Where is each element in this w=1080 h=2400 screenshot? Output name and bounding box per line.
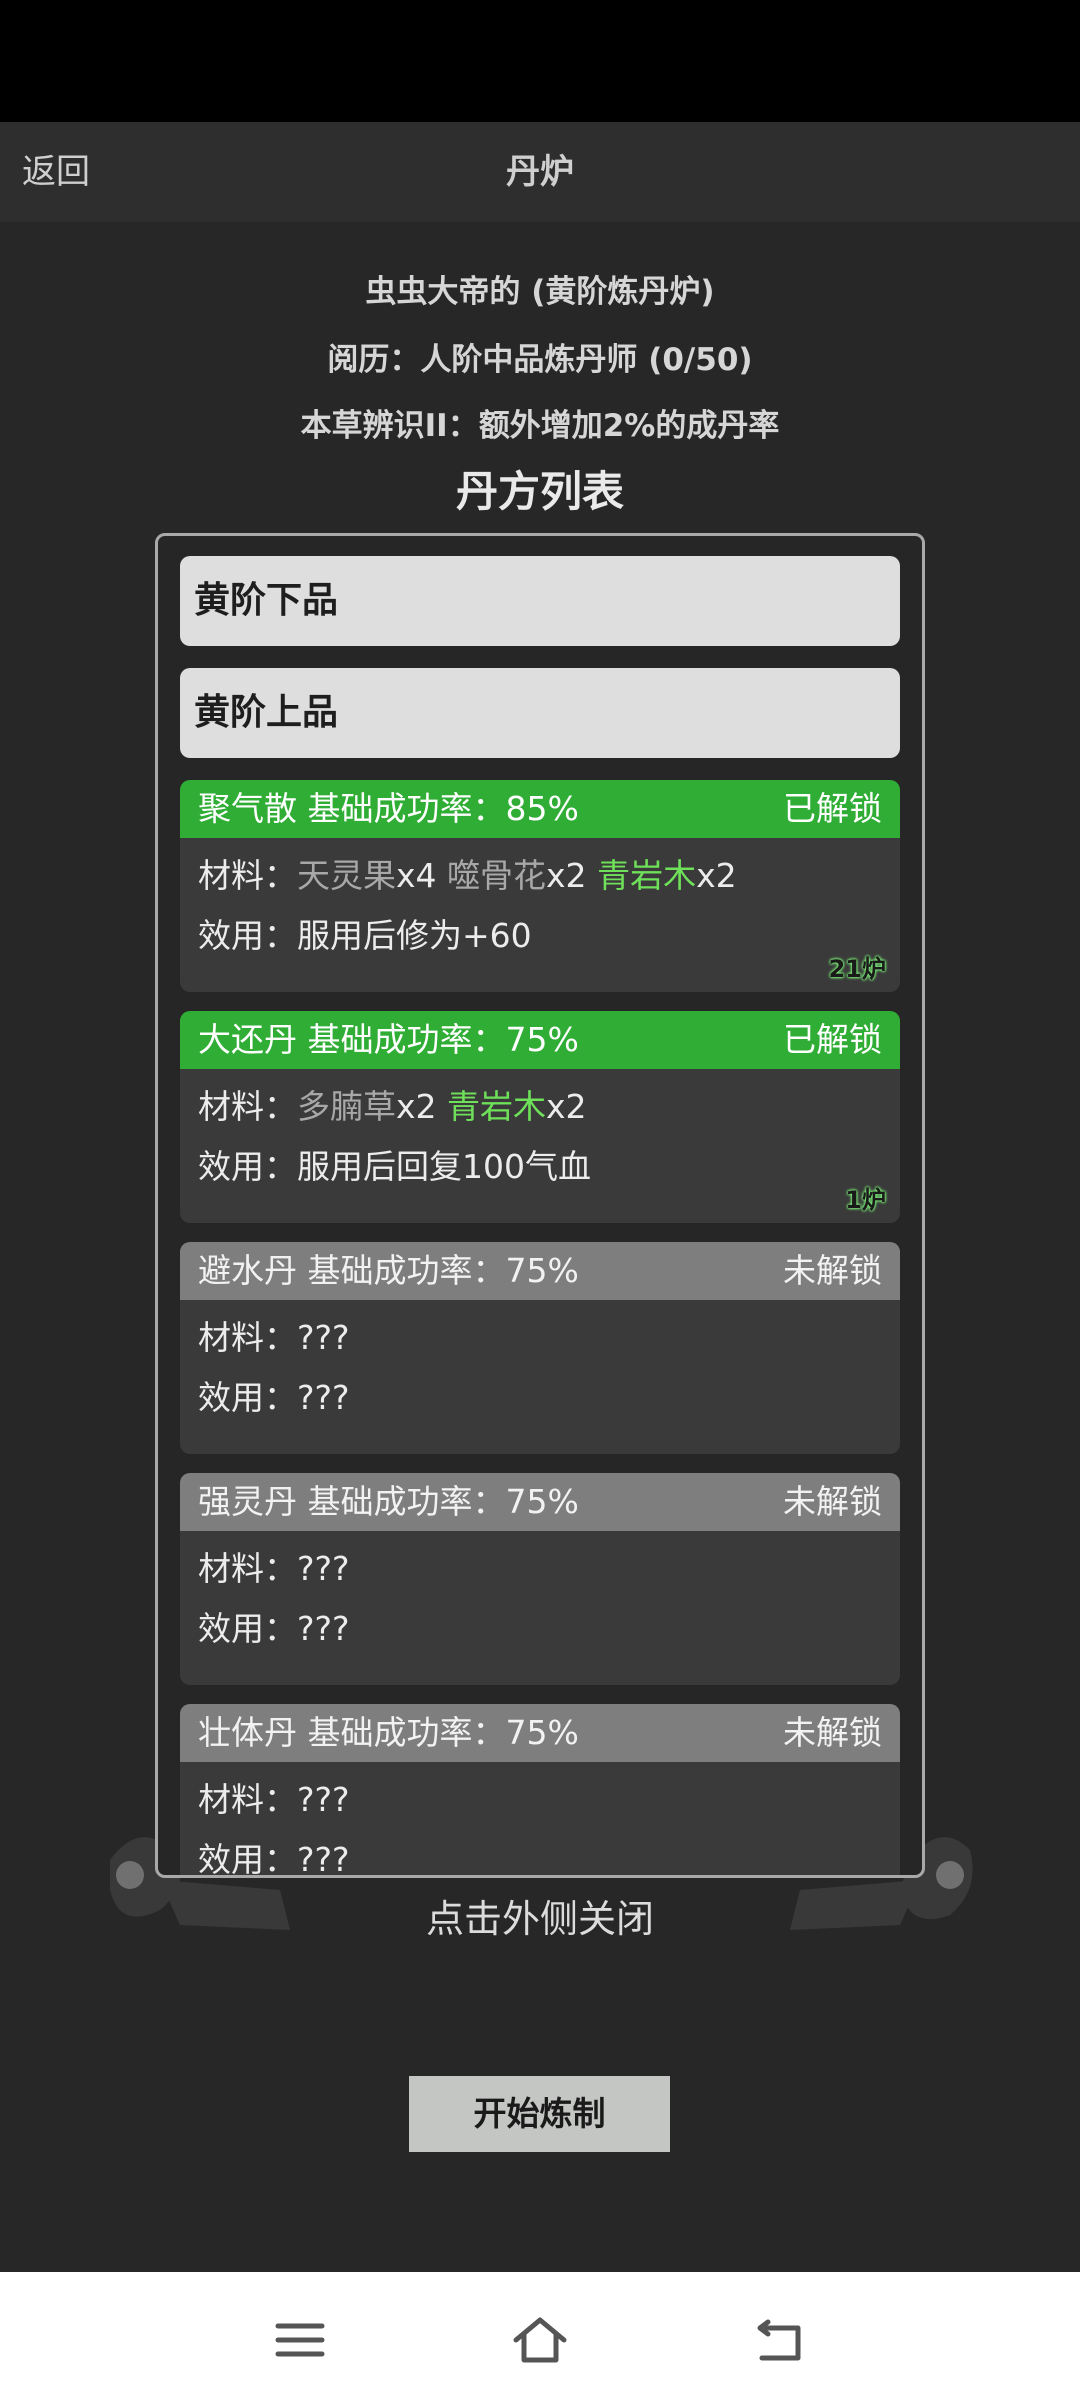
- recipe-effect: 效用：???: [198, 1609, 350, 1648]
- recipe-materials: 材料：天灵果x4 噬骨花x2 青岩木x2: [198, 846, 882, 906]
- recipe-card[interactable]: 强灵丹 基础成功率：75% 未解锁 材料：??? 效用：???: [180, 1473, 900, 1685]
- recipe-effect: 效用：服用后修为+60: [198, 916, 532, 955]
- skill-text: 本草辨识II：额外增加2%的成丹率: [300, 408, 780, 444]
- material-name: 天灵果: [297, 856, 396, 895]
- recipe-status: 未解锁: [783, 1251, 882, 1290]
- recipe-card[interactable]: 大还丹 基础成功率：75% 已解锁 材料：多腩草x2 青岩木x2 效用：服用后回…: [180, 1011, 900, 1223]
- recipe-status: 已解锁: [783, 789, 882, 828]
- recipe-materials: 材料：???: [198, 1780, 350, 1819]
- home-icon[interactable]: [512, 2312, 568, 2368]
- recipe-status: 已解锁: [783, 1020, 882, 1059]
- recipe-status: 未解锁: [783, 1482, 882, 1521]
- page-title: 丹炉: [506, 152, 574, 192]
- recipe-list-title: 丹方列表: [455, 467, 624, 516]
- experience-text: 阅历：人阶中品炼丹师 (0/50): [327, 342, 753, 378]
- start-refining-button[interactable]: 开始炼制: [409, 2076, 670, 2152]
- materials-label: 材料：: [198, 1087, 297, 1126]
- recipe-materials: 材料：???: [198, 1549, 350, 1588]
- grade-yellow-low-button[interactable]: 黄阶下品: [180, 556, 900, 646]
- material-qty: x2: [546, 856, 587, 895]
- recipe-effect: 效用：???: [198, 1378, 350, 1417]
- material-name: 青岩木: [447, 1087, 547, 1126]
- recipe-name-rate: 壮体丹 基础成功率：75%: [198, 1713, 579, 1752]
- recipe-header: 强灵丹 基础成功率：75% 未解锁: [180, 1473, 900, 1531]
- materials-label: 材料：: [198, 856, 297, 895]
- recipe-name-rate: 大还丹 基础成功率：75%: [198, 1020, 579, 1059]
- material-name: 青岩木: [597, 856, 697, 895]
- back-icon[interactable]: [752, 2312, 808, 2368]
- system-nav-bar: [0, 2272, 1080, 2400]
- status-bar: [0, 0, 1080, 122]
- recipe-header: 大还丹 基础成功率：75% 已解锁: [180, 1011, 900, 1069]
- recipe-scroll-area[interactable]: 黄阶下品 黄阶上品 聚气散 基础成功率：85% 已解锁 材料：天灵果x4 噬骨花…: [158, 536, 922, 1875]
- material-qty: x4: [396, 856, 437, 895]
- recipe-name-rate: 强灵丹 基础成功率：75%: [198, 1482, 579, 1521]
- furnace-name: 虫虫大帝的 (黄阶炼丹炉): [365, 274, 715, 310]
- close-hint: 点击外侧关闭: [425, 1897, 654, 1941]
- recipe-effect: 效用：???: [198, 1840, 350, 1875]
- furnace-count-badge: 1炉: [845, 1186, 886, 1214]
- recipe-materials: 材料：???: [198, 1318, 350, 1357]
- recipe-materials: 材料：多腩草x2 青岩木x2: [198, 1077, 882, 1137]
- material-qty: x2: [696, 856, 737, 895]
- recipe-card[interactable]: 聚气散 基础成功率：85% 已解锁 材料：天灵果x4 噬骨花x2 青岩木x2 效…: [180, 780, 900, 992]
- material-name: 多腩草: [297, 1087, 396, 1126]
- recipe-name-rate: 避水丹 基础成功率：75%: [198, 1251, 579, 1290]
- recipe-panel[interactable]: 黄阶下品 黄阶上品 聚气散 基础成功率：85% 已解锁 材料：天灵果x4 噬骨花…: [155, 533, 925, 1878]
- menu-icon[interactable]: [272, 2312, 328, 2368]
- material-qty: x2: [546, 1087, 587, 1126]
- top-bar: 返回 丹炉: [0, 122, 1080, 222]
- recipe-card[interactable]: 避水丹 基础成功率：75% 未解锁 材料：??? 效用：???: [180, 1242, 900, 1454]
- material-qty: x2: [396, 1087, 437, 1126]
- recipe-status: 未解锁: [783, 1713, 882, 1752]
- furnace-count-badge: 21炉: [828, 955, 886, 983]
- recipe-name-rate: 聚气散 基础成功率：85%: [198, 789, 579, 828]
- material-name: 噬骨花: [447, 856, 547, 895]
- recipe-header: 壮体丹 基础成功率：75% 未解锁: [180, 1704, 900, 1762]
- recipe-header: 避水丹 基础成功率：75% 未解锁: [180, 1242, 900, 1300]
- grade-yellow-high-button[interactable]: 黄阶上品: [180, 668, 900, 758]
- recipe-header: 聚气散 基础成功率：85% 已解锁: [180, 780, 900, 838]
- recipe-effect: 效用：服用后回复100气血: [198, 1147, 591, 1186]
- recipe-card[interactable]: 壮体丹 基础成功率：75% 未解锁 材料：??? 效用：???: [180, 1704, 900, 1875]
